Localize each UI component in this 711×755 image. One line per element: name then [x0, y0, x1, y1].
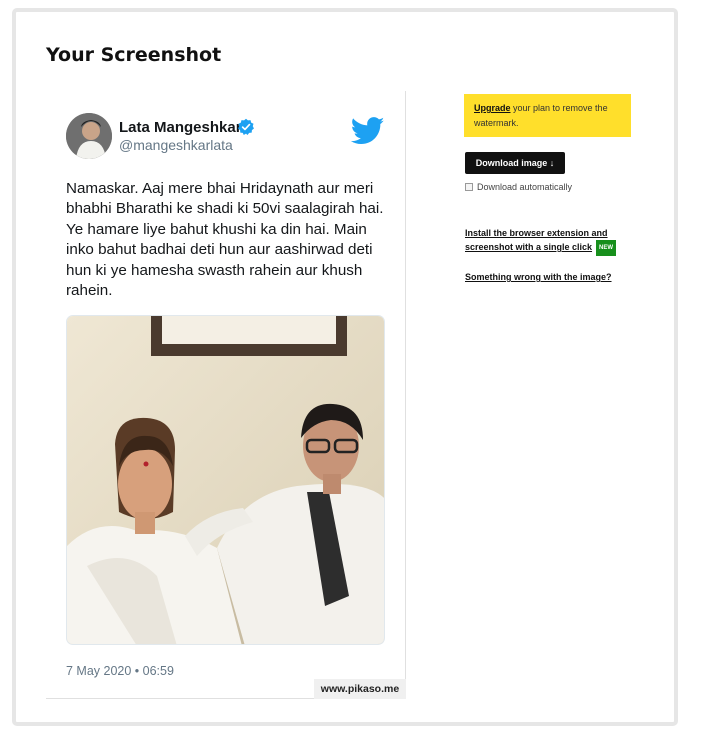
tweet-photo[interactable] — [66, 315, 385, 645]
install-extension-label[interactable]: Install the browser extension and screen… — [465, 228, 608, 252]
tweet-screenshot: Lata Mangeshkar @mangeshkarlata Namaskar… — [46, 91, 406, 699]
watermark: www.pikaso.me — [314, 679, 406, 699]
twitter-logo-icon — [351, 117, 385, 145]
screenshot-card: Your Screenshot Lata Mangeshkar @mangesh… — [12, 8, 678, 726]
auto-download-label: Download automatically — [477, 182, 573, 192]
page-title: Your Screenshot — [46, 44, 222, 66]
user-name: Lata Mangeshkar — [119, 119, 242, 136]
upgrade-link[interactable]: Upgrade — [474, 103, 511, 113]
avatar — [66, 113, 112, 159]
upgrade-notice: Upgrade your plan to remove the watermar… — [464, 94, 631, 137]
verified-icon — [238, 118, 254, 135]
tweet-text: Namaskar. Aaj mere bhai Hridaynath aur m… — [66, 180, 384, 300]
report-problem-link[interactable]: Something wrong with the image? — [465, 272, 612, 282]
install-extension-link[interactable]: Install the browser extension and screen… — [465, 226, 640, 256]
download-image-button[interactable]: Download image ↓ — [465, 152, 565, 174]
new-badge: NEW — [596, 240, 617, 256]
user-handle: @mangeshkarlata — [119, 137, 233, 153]
checkbox-icon[interactable] — [465, 183, 473, 191]
tweet-date: 7 May 2020 • 06:59 — [66, 664, 174, 678]
auto-download-row[interactable]: Download automatically — [465, 182, 572, 192]
